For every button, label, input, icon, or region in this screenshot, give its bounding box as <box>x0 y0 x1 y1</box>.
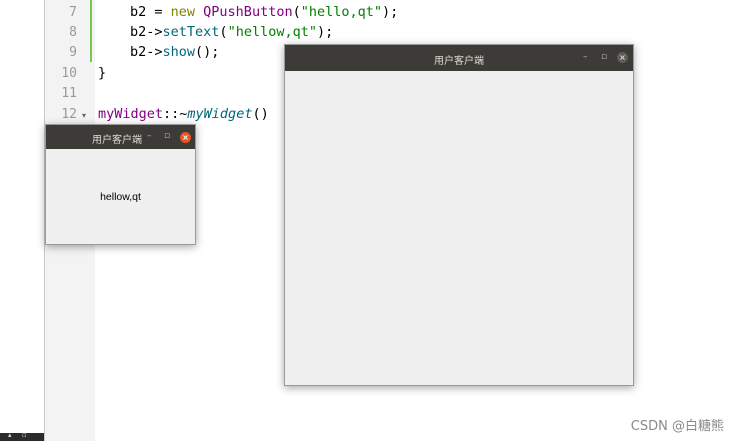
window-title: 用户客户端 <box>92 135 142 146</box>
status-icon: ▫ <box>22 431 27 439</box>
line-number: 12 <box>61 107 77 122</box>
status-bar-corner: ▴ ▫ <box>0 431 44 441</box>
window-title: 用户客户端 <box>434 56 484 67</box>
large-qt-window[interactable]: 用户客户端 – ▫ × <box>284 44 634 386</box>
close-icon[interactable]: × <box>617 52 628 63</box>
change-marker-bar <box>90 0 92 62</box>
code-line-12[interactable]: myWidget::~myWidget() <box>98 106 269 122</box>
small-qt-window[interactable]: 用户客户端 – ▫ × hellow,qt <box>45 124 196 245</box>
window-titlebar[interactable]: 用户客户端 – ▫ × <box>46 125 195 149</box>
code-line-8[interactable]: b2->setText("hellow,qt"); <box>130 24 333 40</box>
status-icon: ▴ <box>8 431 12 439</box>
minimize-icon[interactable]: – <box>583 52 588 62</box>
maximize-icon[interactable]: ▫ <box>601 52 607 62</box>
hello-button[interactable]: hellow,qt <box>46 191 195 203</box>
left-sidebar-strip <box>0 0 45 441</box>
line-number: 7 <box>69 5 77 20</box>
code-line-10[interactable]: } <box>98 65 106 81</box>
watermark: CSDN @白糖熊 <box>630 419 724 434</box>
maximize-icon[interactable]: ▫ <box>164 131 170 141</box>
code-line-7[interactable]: b2 = new QPushButton("hello,qt"); <box>130 4 398 20</box>
window-titlebar[interactable]: 用户客户端 – ▫ × <box>285 45 633 71</box>
close-icon[interactable]: × <box>180 132 191 143</box>
minimize-icon[interactable]: – <box>147 131 152 141</box>
line-number: 10 <box>61 66 77 81</box>
line-number: 11 <box>61 86 77 101</box>
code-line-9[interactable]: b2->show(); <box>130 44 219 60</box>
fold-arrow-icon[interactable]: ▾ <box>82 111 86 120</box>
line-number: 9 <box>69 45 77 60</box>
line-number: 8 <box>69 25 77 40</box>
